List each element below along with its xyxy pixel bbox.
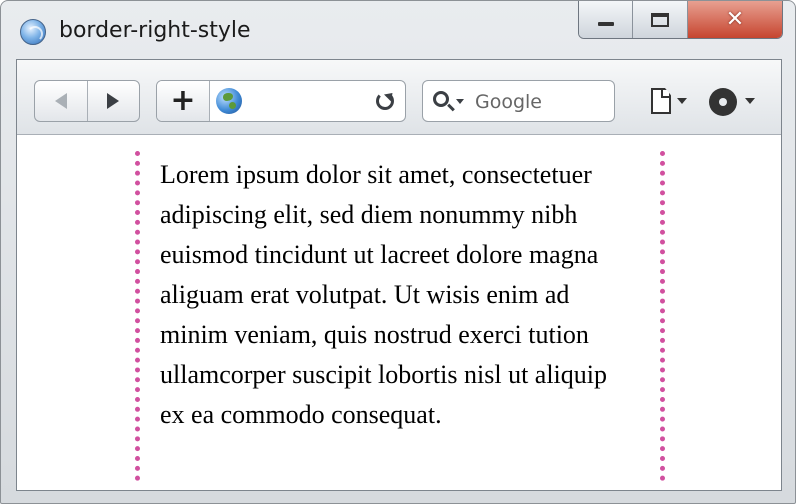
close-icon: ✕ (725, 6, 745, 32)
title-bar: border-right-style ✕ (1, 1, 795, 59)
globe-icon (216, 88, 242, 114)
search-input[interactable] (475, 89, 605, 115)
minimize-button[interactable] (579, 1, 634, 38)
window-title: border-right-style (59, 18, 251, 43)
search-box (422, 80, 615, 122)
url-area (210, 81, 405, 121)
reload-icon[interactable] (376, 92, 394, 110)
url-input[interactable] (246, 89, 366, 113)
toolbar: + (17, 60, 781, 135)
forward-button[interactable] (88, 81, 140, 121)
browser-window: border-right-style ✕ + Google Lorem ipsu… (0, 0, 796, 504)
address-bar: + (156, 80, 406, 122)
back-icon (54, 93, 67, 109)
maximize-icon (651, 12, 670, 27)
close-button[interactable]: ✕ (687, 1, 782, 38)
back-button[interactable] (35, 81, 88, 121)
add-bookmark-button[interactable]: + (157, 81, 210, 121)
minimize-icon (597, 21, 614, 26)
page-viewport: Lorem ipsum dolor sit amet, consectetuer… (17, 135, 781, 490)
page-menu-chevron-icon[interactable] (677, 98, 687, 104)
window-controls: ✕ (578, 1, 783, 39)
browser-chrome: + Lorem ipsum dolor sit amet, consectetu… (16, 59, 782, 491)
chevron-down-icon[interactable] (456, 99, 464, 104)
navigation-buttons (34, 80, 140, 122)
app-icon (20, 19, 46, 45)
lorem-paragraph: Lorem ipsum dolor sit amet, consectetuer… (160, 160, 608, 429)
page-icon[interactable] (651, 88, 671, 114)
dotted-border-block: Lorem ipsum dolor sit amet, consectetuer… (135, 151, 665, 481)
forward-icon (107, 93, 120, 109)
maximize-button[interactable] (633, 1, 688, 38)
search-icon[interactable] (433, 91, 449, 107)
gear-icon[interactable] (709, 88, 737, 116)
settings-menu-chevron-icon[interactable] (745, 98, 755, 104)
